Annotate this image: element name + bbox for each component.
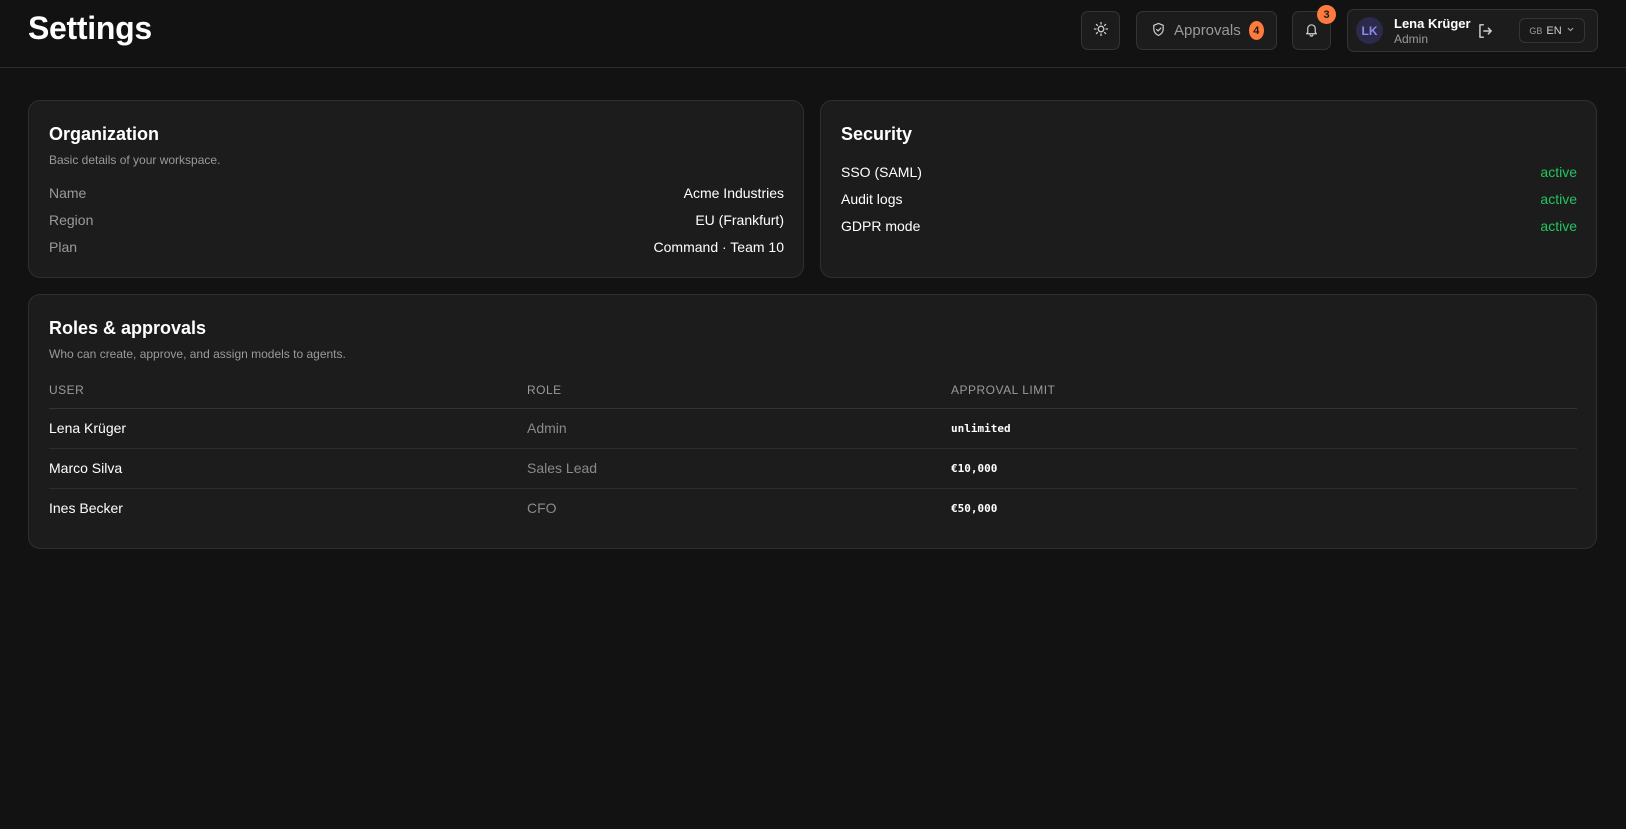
notifications-button[interactable]: 3 (1292, 5, 1336, 50)
cell-role: Admin (527, 420, 567, 436)
approvals-count-badge: 4 (1248, 21, 1264, 40)
security-item-label: Audit logs (841, 191, 903, 207)
cell-role: Sales Lead (527, 460, 598, 476)
status-badge: active (1540, 218, 1577, 234)
status-badge: active (1540, 164, 1577, 180)
table-row: Ines Becker CFO €50,000 (49, 489, 1577, 529)
language-selector[interactable]: GB EN (1519, 18, 1585, 43)
field-label: Plan (49, 239, 78, 255)
page-title: Settings (28, 10, 152, 46)
security-card: Security SSO (SAML) active Audit logs ac… (820, 100, 1597, 278)
column-header-approval-limit: APPROVAL LIMIT (951, 383, 1056, 397)
sun-icon (1093, 21, 1109, 40)
cell-user: Lena Krüger (49, 420, 127, 436)
approvals-button[interactable]: Approvals 4 (1136, 11, 1277, 50)
cell-role: CFO (527, 500, 557, 516)
shield-icon (1151, 22, 1166, 40)
table-row: Lena Krüger Admin unlimited (49, 409, 1577, 449)
org-field-name: Name Acme Industries (49, 185, 784, 205)
organization-card: Organization Basic details of your works… (28, 100, 804, 278)
user-name: Lena Krüger (1394, 16, 1471, 31)
cell-user: Ines Becker (49, 500, 123, 516)
org-field-plan: Plan Command · Team 10 (49, 239, 784, 259)
theme-toggle-button[interactable] (1081, 11, 1120, 50)
field-label: Region (49, 212, 94, 228)
security-title: Security (841, 124, 913, 144)
security-item-gdpr: GDPR mode active (841, 218, 1577, 238)
cell-approval-limit: unlimited (951, 422, 1011, 435)
status-badge: active (1540, 191, 1577, 207)
field-value: Command · Team 10 (653, 239, 784, 255)
column-header-user: USER (49, 383, 85, 397)
field-label: Name (49, 185, 87, 201)
roles-subtitle: Who can create, approve, and assign mode… (49, 347, 346, 361)
language-flag: GB (1529, 25, 1543, 36)
security-item-label: GDPR mode (841, 218, 921, 234)
cell-user: Marco Silva (49, 460, 123, 476)
cell-approval-limit: €10,000 (951, 462, 998, 475)
cell-approval-limit: €50,000 (951, 502, 998, 515)
security-item-label: SSO (SAML) (841, 164, 922, 180)
roles-title: Roles & approvals (49, 318, 207, 338)
user-role: Admin (1394, 32, 1429, 46)
chevron-down-icon (1566, 25, 1575, 37)
language-code: EN (1546, 24, 1562, 37)
logout-icon[interactable] (1476, 22, 1494, 40)
avatar[interactable]: LK (1356, 17, 1383, 44)
bell-icon (1304, 22, 1319, 40)
table-row: Marco Silva Sales Lead €10,000 (49, 449, 1577, 489)
approvals-label: Approvals (1174, 22, 1241, 39)
org-field-region: Region EU (Frankfurt) (49, 212, 784, 232)
security-item-audit-logs: Audit logs active (841, 191, 1577, 211)
top-bar: Settings Approvals 4 3 LK Lena Krüger Ad… (0, 0, 1626, 68)
field-value: Acme Industries (683, 185, 784, 201)
security-item-sso: SSO (SAML) active (841, 164, 1577, 184)
roles-card: Roles & approvals Who can create, approv… (28, 294, 1597, 549)
field-value: EU (Frankfurt) (695, 212, 784, 228)
column-header-role: ROLE (527, 383, 562, 397)
organization-title: Organization (49, 124, 160, 144)
notifications-count-badge: 3 (1317, 5, 1336, 24)
user-menu: LK Lena Krüger Admin GB EN (1347, 9, 1598, 52)
organization-subtitle: Basic details of your workspace. (49, 153, 221, 167)
